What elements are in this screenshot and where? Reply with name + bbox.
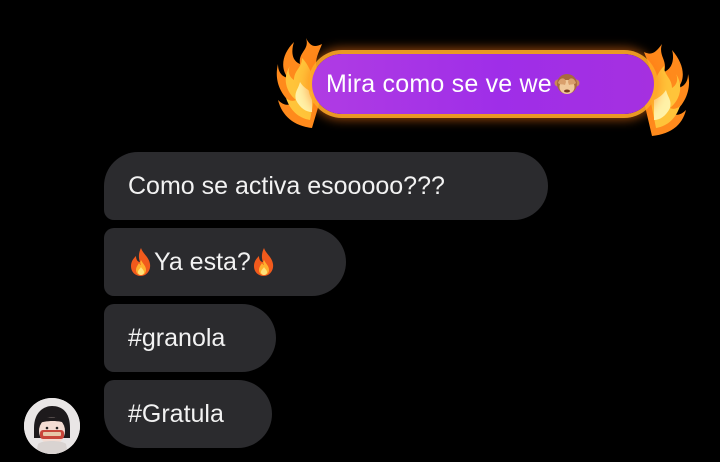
see-no-evil-monkey-icon (554, 74, 580, 94)
message-thread: Mira como se ve we Como se activa esoooo… (0, 0, 720, 462)
received-message-text: Como se activa esooooo??? (128, 171, 445, 200)
avatar[interactable] (24, 398, 80, 454)
received-message[interactable]: #granola (104, 304, 276, 372)
sent-message: Mira como se ve we (276, 34, 690, 136)
fire-icon (131, 248, 151, 276)
fire-icon (253, 248, 273, 276)
received-message-text: Ya esta? (154, 247, 251, 276)
received-message[interactable]: Como se activa esooooo??? (104, 152, 548, 220)
avatar-icon (24, 398, 80, 454)
received-message[interactable]: Ya esta? (104, 228, 346, 296)
sent-message-text: Mira como se ve we (326, 69, 552, 98)
received-message-text: #granola (128, 323, 226, 352)
received-message-text: #Gratula (128, 399, 224, 428)
received-message[interactable]: #Gratula (104, 380, 272, 448)
sent-bubble[interactable]: Mira como se ve we (312, 54, 654, 114)
